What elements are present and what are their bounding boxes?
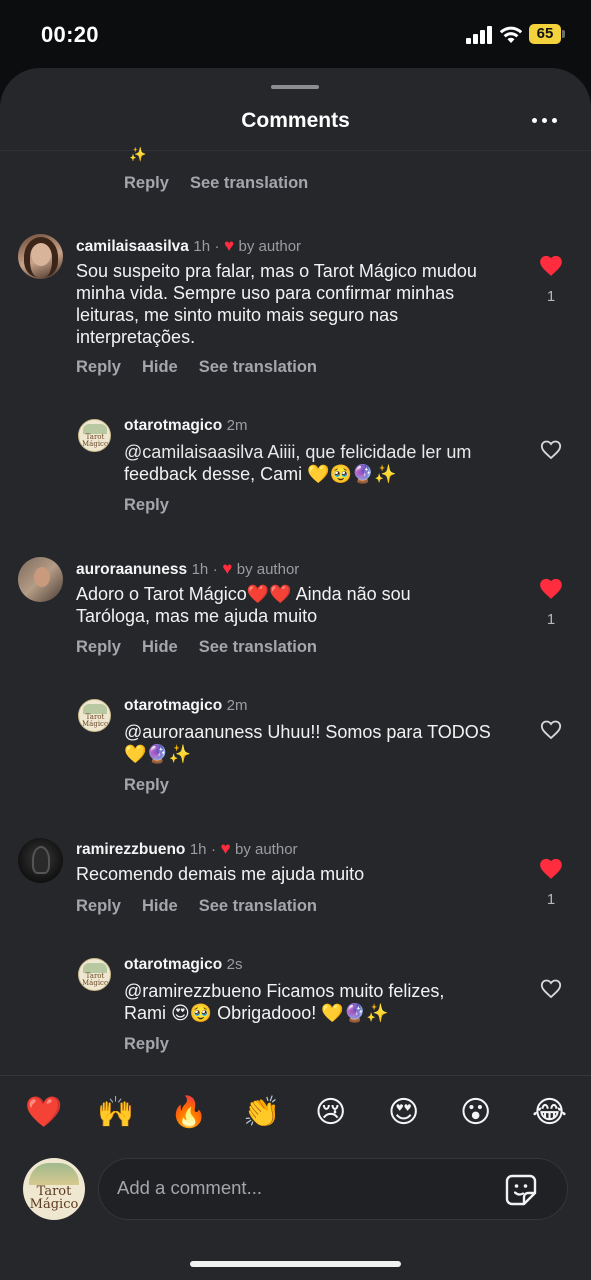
reply-header: otarotmagico 2m [124, 697, 247, 715]
reply-actions: Reply [124, 776, 190, 795]
comment-text: Sou suspeito pra falar, mas o Tarot Mági… [76, 261, 477, 347]
avatar[interactable]: Tarot Mágico [78, 958, 111, 991]
reply-header: otarotmagico 2s [124, 956, 242, 974]
comment-input-placeholder: Add a comment... [117, 1177, 262, 1198]
comment-time: 1h [191, 561, 209, 578]
comment-text: Recomendo demais me ajuda muito [76, 864, 365, 884]
comment-time: 1h [193, 238, 211, 255]
comment-header: auroraanuness 1h · ♥ by author [76, 559, 300, 578]
reply-username[interactable]: otarotmagico [124, 697, 222, 714]
status-time: 00:20 [41, 22, 99, 47]
more-options-button[interactable] [528, 106, 562, 132]
avatar[interactable] [18, 557, 63, 602]
comment-username[interactable]: camilaisaasilva [76, 238, 189, 255]
comment-actions: Reply Hide See translation [76, 358, 338, 377]
author-liked-heart-icon: ♥ [220, 839, 231, 858]
emoji-crying-button[interactable]: 😢 [315, 1095, 346, 1131]
avatar[interactable] [18, 234, 63, 279]
comment-actions: Reply Hide See translation [76, 897, 338, 916]
sticker-icon[interactable] [504, 1173, 538, 1207]
battery-level: 65 [529, 24, 561, 44]
avatar[interactable]: Tarot Mágico [78, 699, 111, 732]
partial-comment-emoji: ✨ [129, 146, 147, 162]
cellular-signal-icon [466, 26, 494, 44]
like-count: 1 [546, 288, 556, 305]
sheet-grabber[interactable] [271, 85, 319, 89]
heart-filled-icon[interactable] [538, 576, 564, 600]
comment-input[interactable]: Add a comment... [98, 1158, 568, 1220]
emoji-fire-button[interactable]: 🔥 [170, 1095, 207, 1131]
heart-filled-icon[interactable] [538, 856, 564, 880]
heart-outline-icon[interactable] [539, 718, 563, 740]
page-title: Comments [241, 109, 350, 132]
see-translation-button[interactable]: See translation [199, 897, 317, 915]
author-liked-heart-icon: ♥ [222, 559, 233, 578]
by-author-label: by author [238, 238, 302, 255]
author-liked-heart-icon: ♥ [223, 236, 235, 255]
comment-username[interactable]: auroraanuness [76, 561, 187, 578]
reply-actions: Reply [124, 496, 190, 515]
hide-button[interactable]: Hide [142, 358, 178, 376]
reply-text: @camilaisaasilva Aiiii, que felicidade l… [124, 442, 472, 484]
reply-button[interactable]: Reply [124, 174, 169, 192]
reply-button[interactable]: Reply [124, 1035, 169, 1053]
comment-text: Adoro o Tarot Mágico❤️❤️ Ainda não sou Ta… [76, 584, 411, 626]
reply-time: 2s [226, 956, 243, 973]
avatar[interactable] [18, 838, 63, 883]
comment-header: camilaisaasilva 1h · ♥ by author [76, 236, 302, 255]
by-author-label: by author [236, 561, 300, 578]
avatar[interactable]: Tarot Mágico [78, 419, 111, 452]
like-count: 1 [546, 611, 556, 628]
reply-button[interactable]: Reply [124, 776, 169, 794]
reply-username[interactable]: otarotmagico [124, 956, 222, 973]
heart-outline-icon[interactable] [539, 438, 563, 460]
home-indicator[interactable] [190, 1261, 401, 1267]
reply-time: 2m [226, 697, 248, 714]
reply-button[interactable]: Reply [76, 897, 121, 915]
reply-time: 2m [226, 417, 248, 434]
header-divider [0, 150, 591, 151]
reply-username[interactable]: otarotmagico [124, 417, 222, 434]
see-translation-button[interactable]: See translation [190, 174, 308, 192]
emoji-clap-button[interactable]: 👏 [243, 1095, 280, 1131]
partial-comment-actions: Reply See translation [124, 174, 329, 193]
like-count: 1 [546, 891, 556, 908]
reply-text: @ramirezzbueno Ficamos muito felizes, Ram… [124, 981, 445, 1023]
battery-icon: 65 [529, 24, 565, 44]
by-author-label: by author [234, 841, 298, 858]
comment-header: ramirezzbueno 1h · ♥ by author [76, 839, 298, 858]
hide-button[interactable]: Hide [142, 897, 178, 915]
reply-button[interactable]: Reply [76, 358, 121, 376]
reply-header: otarotmagico 2m [124, 417, 247, 435]
comment-username[interactable]: ramirezzbueno [76, 841, 185, 858]
comment-time: 1h [189, 841, 207, 858]
heart-filled-icon[interactable] [538, 253, 564, 277]
status-bar: 00:20 65 [0, 0, 591, 68]
see-translation-button[interactable]: See translation [199, 638, 317, 656]
emoji-laughing-button[interactable]: 😂 [532, 1095, 567, 1131]
wifi-icon [499, 26, 523, 43]
comment-actions: Reply Hide See translation [76, 638, 338, 657]
reply-actions: Reply [124, 1035, 190, 1054]
see-translation-button[interactable]: See translation [199, 358, 317, 376]
current-user-avatar: Tarot Mágico [23, 1158, 85, 1220]
emoji-heart-eyes-button[interactable]: 😍 [388, 1095, 419, 1131]
reply-button[interactable]: Reply [124, 496, 169, 514]
quick-emoji-bar: ❤️ 🙌 🔥 👏 😢 😍 😮 😂 [0, 1075, 591, 1155]
hide-button[interactable]: Hide [142, 638, 178, 656]
emoji-heart-button[interactable]: ❤️ [25, 1095, 62, 1131]
reply-button[interactable]: Reply [76, 638, 121, 656]
heart-outline-icon[interactable] [539, 977, 563, 999]
emoji-surprised-button[interactable]: 😮 [460, 1095, 491, 1131]
reply-text: @auroraanuness Uhuu!! Somos para TODOS 💛🔮… [124, 722, 491, 764]
emoji-raised-hands-button[interactable]: 🙌 [97, 1095, 134, 1131]
